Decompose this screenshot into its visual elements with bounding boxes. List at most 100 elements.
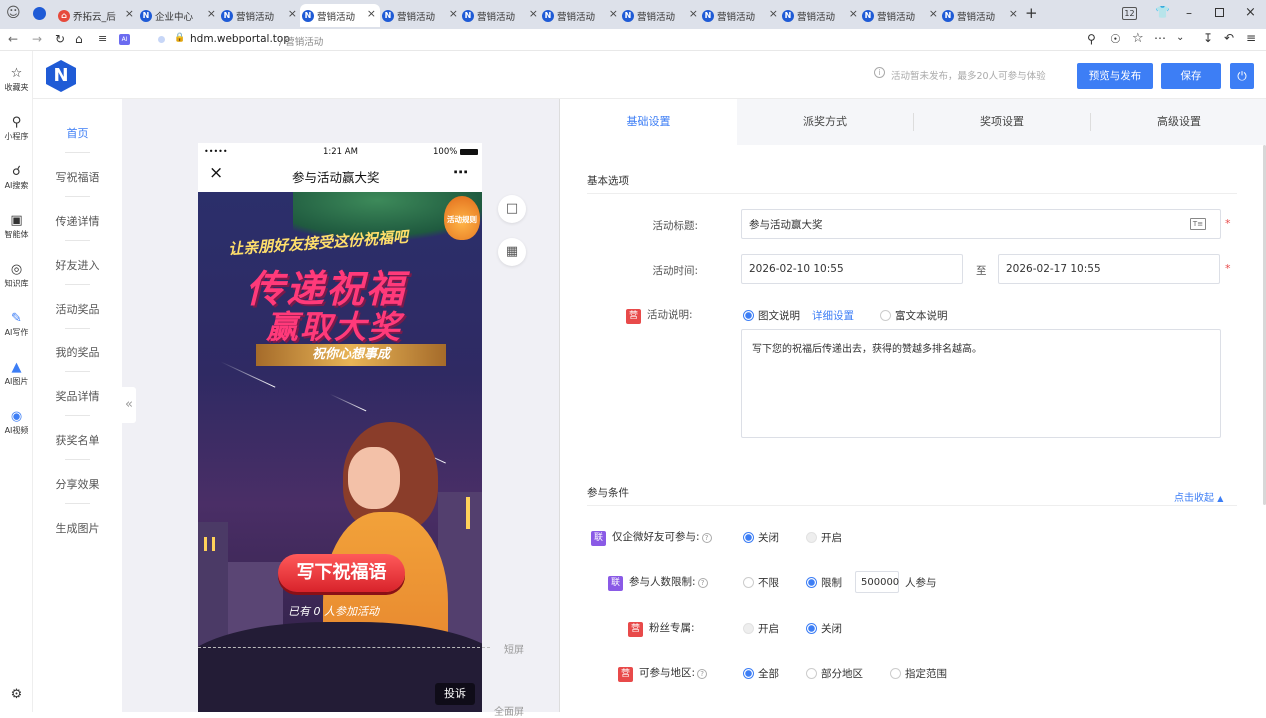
tab-count-badge[interactable]: 12: [1122, 7, 1137, 20]
forward-icon[interactable]: →: [32, 32, 42, 46]
tab-marketing-5[interactable]: N 营销活动 ×: [542, 4, 622, 27]
nav-friend-enter[interactable]: 好友进入: [33, 257, 122, 273]
nav-home[interactable]: 首页: [33, 125, 122, 141]
preview-publish-button[interactable]: 预览与发布: [1077, 63, 1153, 89]
nav-prize-detail[interactable]: 奖品详情: [33, 388, 122, 404]
desc-option-richtext[interactable]: 富文本说明: [880, 308, 948, 323]
limit-unlimited-option[interactable]: 不限: [743, 575, 779, 590]
wecom-off-option[interactable]: 关闭: [743, 530, 779, 545]
desc-option-image-text[interactable]: 图文说明: [743, 308, 800, 323]
write-blessing-button[interactable]: 写下祝福语: [278, 554, 405, 592]
close-tab-icon[interactable]: ×: [367, 7, 376, 20]
sidebar-favorites[interactable]: ☆ 收藏夹: [0, 66, 33, 93]
sidebar-ai-search[interactable]: ☌ AI搜索: [0, 164, 33, 191]
reload-icon[interactable]: ↻: [55, 32, 65, 46]
ai-icon[interactable]: AI: [119, 34, 130, 45]
tab-marketing-active[interactable]: N 营销活动 ×: [300, 4, 380, 27]
tab-marketing-9[interactable]: N 营销活动 ×: [862, 4, 942, 27]
tab-prize-settings[interactable]: 奖项设置: [914, 99, 1090, 145]
nav-write-blessing[interactable]: 写祝福语: [33, 169, 122, 185]
tab-advanced-settings[interactable]: 高级设置: [1091, 99, 1266, 145]
zoom-icon[interactable]: ⚲: [1087, 32, 1096, 46]
help-icon[interactable]: ?: [697, 669, 708, 679]
close-tab-icon[interactable]: ×: [449, 7, 458, 20]
chevron-down-icon[interactable]: ⌄: [1176, 32, 1184, 43]
shirt-icon[interactable]: 👕: [1155, 5, 1170, 19]
region-custom-option[interactable]: 指定范围: [890, 666, 947, 681]
more-icon[interactable]: ⋯: [1154, 31, 1166, 45]
download-icon[interactable]: ↧: [1203, 31, 1213, 45]
tab-prize-method[interactable]: 派奖方式: [737, 99, 913, 145]
close-window-icon[interactable]: ×: [1245, 5, 1256, 20]
browser-logo-icon[interactable]: ☺: [6, 5, 21, 21]
tab-marketing-4[interactable]: N 营销活动 ×: [462, 4, 542, 27]
nav-my-prizes[interactable]: 我的奖品: [33, 344, 122, 360]
theme-button[interactable]: □: [498, 195, 526, 223]
sidebar-miniprogram[interactable]: ⚲ 小程序: [0, 115, 33, 142]
start-time-input[interactable]: 2026-02-10 10:55: [741, 254, 963, 284]
tab-marketing-3[interactable]: N 营销活动 ×: [382, 4, 462, 27]
help-icon[interactable]: ?: [697, 578, 708, 588]
tab-marketing-6[interactable]: N 营销活动 ×: [622, 4, 702, 27]
description-textarea[interactable]: 写下您的祝福后传递出去，获得的赞越多排名越高。: [741, 329, 1221, 438]
collapse-nav-button[interactable]: «: [122, 387, 136, 423]
new-tab-icon[interactable]: +: [1025, 4, 1038, 22]
nav-event-prizes[interactable]: 活动奖品: [33, 301, 122, 317]
close-tab-icon[interactable]: ×: [1009, 7, 1018, 20]
close-tab-icon[interactable]: ×: [529, 7, 538, 20]
collapse-conditions-link[interactable]: 点击收起 ▲: [1174, 489, 1223, 504]
limit-limited-option[interactable]: 限制: [806, 575, 842, 590]
fans-off-option[interactable]: 关闭: [806, 621, 842, 636]
tab-marketing-8[interactable]: N 营销活动 ×: [782, 4, 862, 27]
rules-bag-icon[interactable]: 活动规则: [444, 196, 480, 240]
site-info-icon[interactable]: [158, 36, 165, 43]
nav-share-effect[interactable]: 分享效果: [33, 476, 122, 492]
url-host[interactable]: hdm.webportal.top: [190, 33, 290, 45]
tab-marketing-10[interactable]: N 营销活动 ×: [942, 4, 1022, 27]
wecom-on-option[interactable]: 开启: [806, 530, 842, 545]
participant-limit-input[interactable]: 500000: [855, 571, 899, 593]
sidebar-agent[interactable]: ▣ 智能体: [0, 213, 33, 240]
close-icon[interactable]: ×: [209, 163, 223, 183]
close-tab-icon[interactable]: ×: [125, 7, 134, 20]
location-icon[interactable]: ☉: [1110, 32, 1121, 46]
sidebar-knowledge[interactable]: ◎ 知识库: [0, 262, 33, 289]
bookmark-star-icon[interactable]: ☆: [1132, 31, 1144, 46]
sidebar-ai-write[interactable]: ✎ AI写作: [0, 311, 33, 338]
tab-marketing-1[interactable]: N 营销活动 ×: [221, 4, 301, 27]
close-tab-icon[interactable]: ×: [207, 7, 216, 20]
maximize-icon[interactable]: [1215, 8, 1224, 17]
back-icon[interactable]: ←: [8, 32, 18, 46]
fans-on-option[interactable]: 开启: [743, 621, 779, 636]
close-tab-icon[interactable]: ×: [609, 7, 618, 20]
app-logo[interactable]: N: [46, 60, 76, 92]
save-button[interactable]: 保存: [1161, 63, 1221, 89]
power-button[interactable]: ⏻: [1230, 63, 1254, 89]
close-tab-icon[interactable]: ×: [929, 7, 938, 20]
nav-generate-image[interactable]: 生成图片: [33, 520, 122, 536]
close-tab-icon[interactable]: ×: [288, 7, 297, 20]
desc-detail-link[interactable]: 详细设置: [812, 308, 854, 323]
home-icon[interactable]: ⌂: [75, 32, 83, 46]
activity-title-input[interactable]: 参与活动赢大奖 T≡: [741, 209, 1221, 239]
close-tab-icon[interactable]: ×: [689, 7, 698, 20]
tab-basic-settings[interactable]: 基础设置: [560, 99, 737, 145]
text-format-icon[interactable]: T≡: [1190, 218, 1206, 230]
undo-icon[interactable]: ↶: [1224, 31, 1234, 45]
help-icon[interactable]: ?: [701, 533, 712, 543]
region-all-option[interactable]: 全部: [743, 666, 779, 681]
region-partial-option[interactable]: 部分地区: [806, 666, 863, 681]
tab-qiaotuoyun[interactable]: ⌂ 乔拓云_后 ×: [58, 4, 138, 27]
url-path[interactable]: / 营销活动: [279, 34, 323, 48]
sidebar-settings[interactable]: ⚙: [0, 687, 33, 703]
reading-list-icon[interactable]: ≡: [98, 32, 107, 45]
menu-icon[interactable]: ≡: [1246, 31, 1256, 45]
browser-shield-icon[interactable]: [33, 7, 46, 20]
tab-enterprise-center[interactable]: N 企业中心 ×: [140, 4, 220, 27]
nav-winner-list[interactable]: 获奖名单: [33, 432, 122, 448]
sidebar-ai-image[interactable]: ▲ AI图片: [0, 360, 33, 387]
sidebar-ai-video[interactable]: ◉ AI视频: [0, 409, 33, 436]
end-time-input[interactable]: 2026-02-17 10:55: [998, 254, 1220, 284]
layout-button[interactable]: ▦: [498, 238, 526, 266]
tab-marketing-7[interactable]: N 营销活动 ×: [702, 4, 782, 27]
